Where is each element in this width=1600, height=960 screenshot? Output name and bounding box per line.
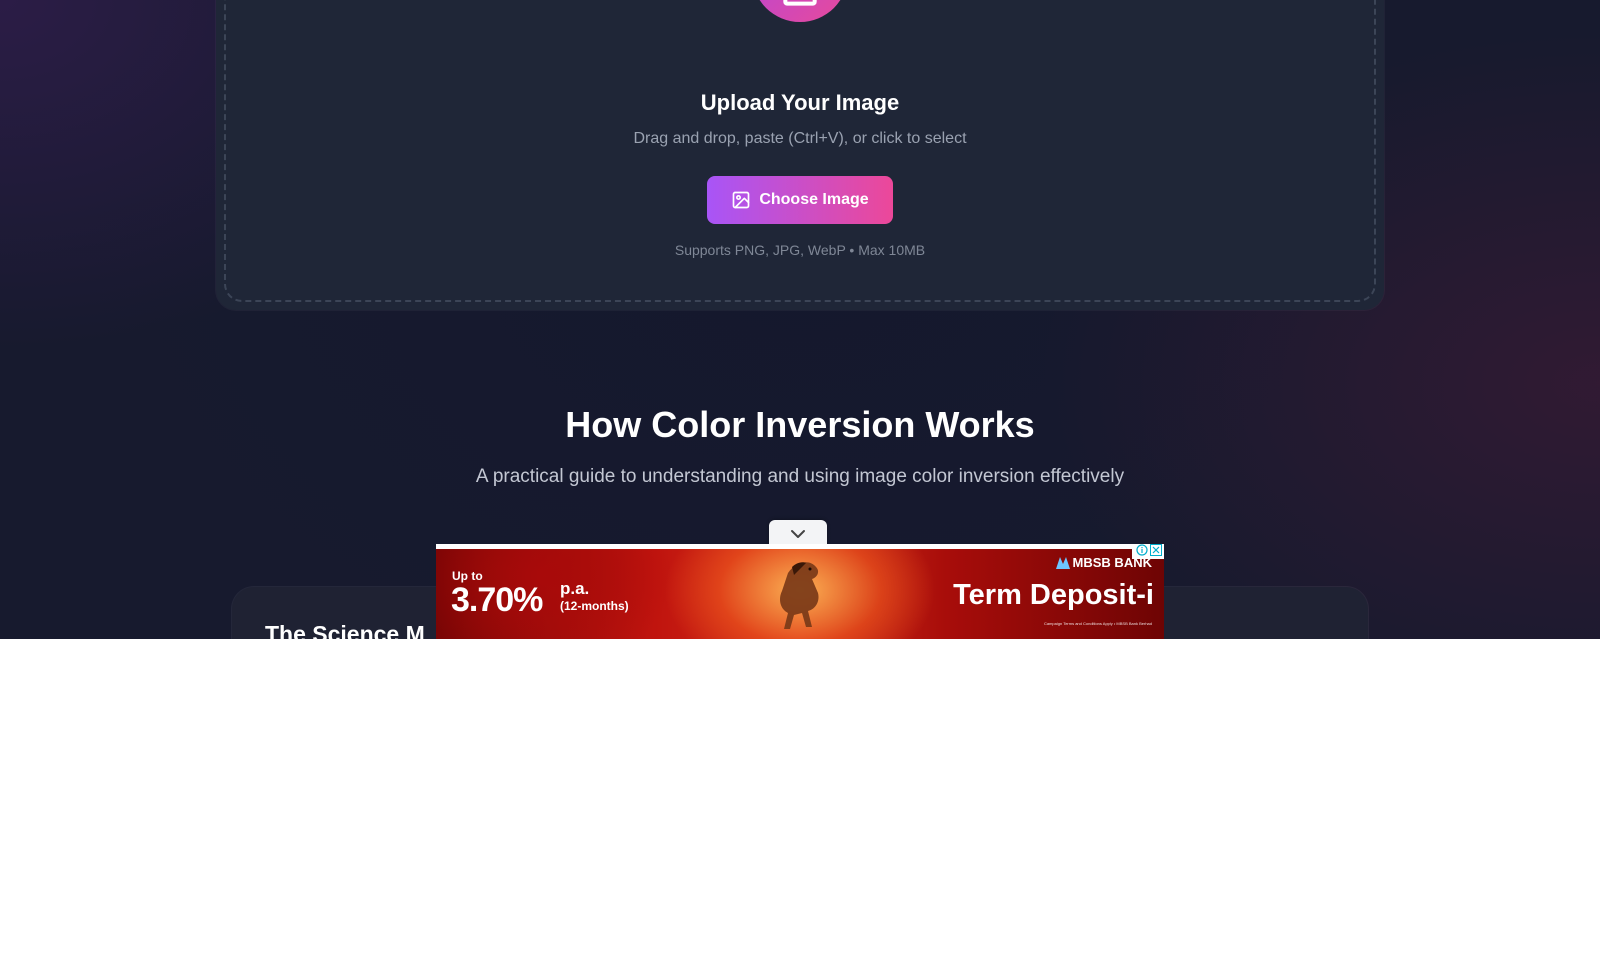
- page-viewport: Upload Your Image Drag and drop, paste (…: [0, 0, 1600, 639]
- ad-product-name: Term Deposit-i: [953, 579, 1154, 611]
- upload-arrow-icon: [783, 0, 817, 6]
- ad-creative[interactable]: Up to 3.70% p.a. (12-months) MBSB BANK T…: [436, 549, 1164, 639]
- choose-image-label: Choose Image: [759, 191, 869, 208]
- ad-pa: p.a.: [560, 579, 590, 598]
- ad-fine-print: Campaign Terms and Conditions Apply • MB…: [1043, 621, 1152, 626]
- upload-title: Upload Your Image: [700, 90, 900, 115]
- info-icon[interactable]: [1136, 544, 1148, 561]
- horse-illustration: [780, 562, 819, 629]
- supported-formats-note: Supports PNG, JPG, WebP • Max 10MB: [674, 242, 926, 258]
- upload-instructions: Drag and drop, paste (Ctrl+V), or click …: [633, 130, 967, 147]
- science-card-title: The Science M: [265, 621, 425, 639]
- choose-image-button[interactable]: Choose Image: [707, 176, 893, 224]
- close-icon[interactable]: [1150, 544, 1162, 561]
- section-subtitle: A practical guide to understanding and u…: [475, 466, 1125, 487]
- chevron-down-icon: [791, 530, 805, 538]
- ad-term-length: (12-months): [560, 599, 629, 613]
- bank-logo-icon: [1055, 556, 1070, 569]
- advertisement-banner[interactable]: Up to 3.70% p.a. (12-months) MBSB BANK T…: [436, 544, 1164, 639]
- image-icon: [732, 191, 750, 209]
- adchoices-controls[interactable]: [1132, 544, 1164, 559]
- ad-rate: 3.70%: [451, 581, 543, 619]
- upload-dropzone[interactable]: Upload Your Image Drag and drop, paste (…: [216, 0, 1384, 310]
- section-title: How Color Inversion Works: [565, 404, 1035, 445]
